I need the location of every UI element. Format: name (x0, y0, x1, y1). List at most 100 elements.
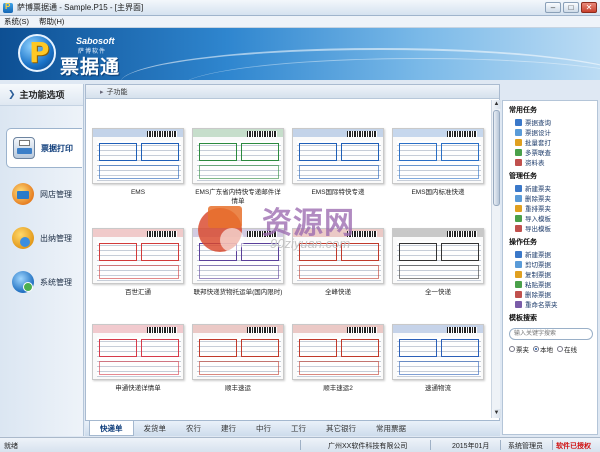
radio-online[interactable]: 在线 (557, 344, 577, 354)
radio-label: 票夹 (516, 347, 529, 354)
product-name: 票据通 (60, 57, 121, 78)
radio-button[interactable] (557, 346, 563, 352)
template-thumbnail[interactable] (192, 128, 284, 184)
task-link[interactable]: 票据查询 (503, 117, 597, 127)
brand-name-en: Sabosoft (76, 36, 115, 46)
template-card[interactable]: 顺丰速运2 (292, 324, 384, 393)
nav-label: 出纳管理 (40, 233, 72, 243)
nav-item-shop[interactable]: 网店管理 (6, 174, 82, 214)
task-label: 多票联查 (525, 150, 551, 157)
category-tabs: 快递单 发货单 农行 建行 中行 工行 其它银行 常用票据 (85, 420, 500, 436)
shop-icon (12, 183, 34, 205)
template-thumbnail[interactable] (392, 324, 484, 380)
app-icon (3, 2, 13, 13)
template-card[interactable]: EMS广东省内特快专递邮件详情单 (192, 128, 284, 206)
template-thumbnail[interactable] (192, 324, 284, 380)
task-link[interactable]: 新建票夹 (503, 183, 597, 193)
vertical-scrollbar[interactable]: ▲ ▼ (491, 100, 501, 418)
radio-button[interactable] (509, 346, 515, 352)
task-icon (515, 300, 522, 308)
task-link[interactable]: 导出模板 (503, 223, 597, 233)
watermark: 资源网 90ziyuan.com (190, 196, 410, 266)
template-card[interactable]: EMS国内标准快递 (392, 128, 484, 197)
template-card[interactable]: 速通物流 (392, 324, 484, 393)
task-link[interactable]: 重命名票夹 (503, 299, 597, 309)
task-link[interactable]: 剪切票据 (503, 259, 597, 269)
printer-icon (13, 137, 35, 159)
tab-item[interactable]: 其它银行 (316, 421, 366, 436)
template-thumbnail[interactable] (292, 128, 384, 184)
radio-label: 本地 (540, 347, 553, 354)
nav-label: 票据打印 (41, 143, 73, 153)
tab-item[interactable]: 中行 (246, 421, 281, 436)
task-label: 新建票据 (525, 252, 551, 259)
radio-label: 在线 (564, 347, 577, 354)
tab-item[interactable]: 建行 (211, 421, 246, 436)
task-link[interactable]: 删除票据 (503, 289, 597, 299)
task-icon (515, 184, 522, 192)
nav-item-system[interactable]: 系统管理 (6, 262, 82, 302)
tab-item[interactable]: 工行 (281, 421, 316, 436)
radio-local[interactable]: 本地 (533, 344, 553, 354)
template-card[interactable]: EMS国际特快专递 (292, 128, 384, 197)
template-search-title: 模板搜索 (509, 315, 537, 322)
status-user: 系统管理员 (508, 443, 543, 450)
task-link[interactable]: 导入模板 (503, 213, 597, 223)
product-logo-icon: P (18, 34, 56, 72)
template-card[interactable]: EMS (92, 128, 184, 197)
task-link[interactable]: 重排票夹 (503, 203, 597, 213)
radio-folder[interactable]: 票夹 (509, 344, 529, 354)
task-icon (515, 138, 522, 146)
tab-item[interactable]: 发货单 (134, 421, 177, 436)
template-label: 全峰快递 (325, 289, 351, 296)
nav-item-cashier[interactable]: 出纳管理 (6, 218, 82, 258)
menu-help[interactable]: 帮助(H) (39, 16, 64, 27)
task-link[interactable]: 新建票据 (503, 249, 597, 259)
panel-title: 主功能选项 (19, 90, 65, 100)
nav-label: 系统管理 (40, 277, 72, 287)
task-label: 批量套打 (525, 140, 551, 147)
template-card[interactable]: 百世汇通 (92, 228, 184, 297)
task-icon (515, 158, 522, 166)
task-link[interactable]: 粘贴票据 (503, 279, 597, 289)
template-card[interactable]: 顺丰速运 (192, 324, 284, 393)
manage-tasks-title: 管理任务 (509, 173, 537, 180)
close-button[interactable]: ✕ (581, 2, 597, 13)
scroll-down-icon[interactable]: ▼ (492, 409, 501, 418)
template-thumbnail[interactable] (92, 228, 184, 284)
tab-item[interactable]: 农行 (176, 421, 211, 436)
task-icon (515, 260, 522, 268)
template-label: 联邦快递货物托运单(国内限时) (193, 289, 283, 296)
tab-item[interactable]: 快递单 (89, 421, 134, 436)
task-label: 新建票夹 (525, 186, 551, 193)
task-label: 重排票夹 (525, 206, 551, 213)
template-card[interactable]: 申通快递详情单 (92, 324, 184, 393)
task-link[interactable]: 资料表 (503, 157, 597, 167)
maximize-button[interactable]: □ (563, 2, 579, 13)
radio-button[interactable] (533, 346, 539, 352)
task-label: 重命名票夹 (525, 302, 558, 309)
task-icon (515, 214, 522, 222)
template-label: 顺丰速运2 (323, 385, 353, 392)
task-link[interactable]: 多票联查 (503, 147, 597, 157)
tab-item[interactable]: 常用票据 (366, 421, 416, 436)
nav-item-ticket-print[interactable]: 票据打印 (6, 128, 82, 168)
minimize-button[interactable]: – (545, 2, 561, 13)
menu-bar: 系统(S) 帮助(H) (0, 16, 600, 28)
task-link[interactable]: 复制票据 (503, 269, 597, 279)
template-search-input[interactable] (509, 328, 593, 340)
operation-tasks-title: 操作任务 (509, 239, 537, 246)
template-thumbnail[interactable] (92, 128, 184, 184)
template-thumbnail[interactable] (292, 324, 384, 380)
template-label: 申通快递详情单 (115, 385, 161, 392)
scroll-thumb[interactable] (493, 110, 500, 206)
template-thumbnail[interactable] (92, 324, 184, 380)
task-label: 剪切票据 (525, 262, 551, 269)
template-thumbnail[interactable] (392, 128, 484, 184)
scroll-up-icon[interactable]: ▲ (492, 100, 501, 109)
task-link[interactable]: 批量套打 (503, 137, 597, 147)
task-link[interactable]: 票据设计 (503, 127, 597, 137)
menu-system[interactable]: 系统(S) (4, 16, 29, 27)
task-icon (515, 270, 522, 278)
task-link[interactable]: 删除票夹 (503, 193, 597, 203)
